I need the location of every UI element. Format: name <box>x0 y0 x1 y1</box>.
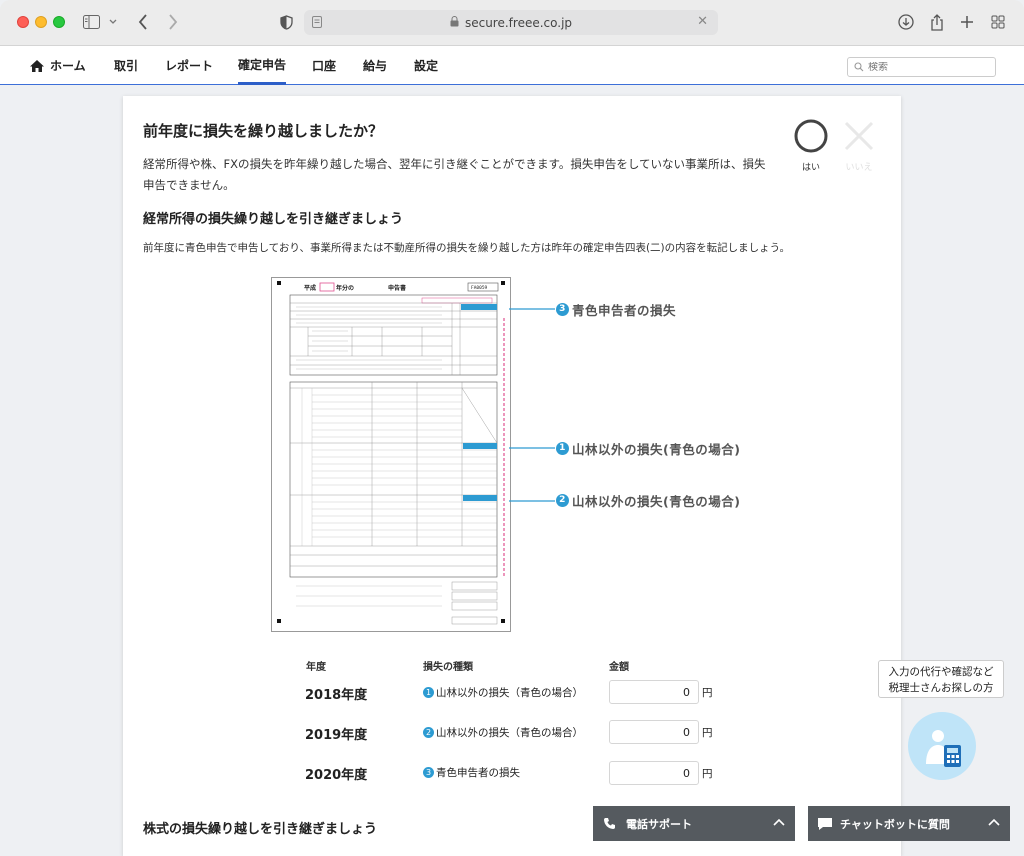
callout-non-forest-loss-2: 2 山林以外の損失(青色の場合) <box>556 492 741 509</box>
advisor-tooltip-line1: 入力の代行や確認など <box>888 666 994 678</box>
callout-non-forest-loss-1: 1 山林以外の損失(青色の場合) <box>556 440 741 457</box>
cross-no-icon <box>844 121 874 151</box>
search-icon <box>854 62 864 72</box>
browser-titlebar: secure.freee.co.jp ✕ <box>0 0 1024 46</box>
phone-icon <box>603 817 616 830</box>
chat-bubble-icon <box>817 817 833 831</box>
column-header-amount: 金額 <box>609 662 629 673</box>
chevron-down-icon[interactable] <box>108 13 118 31</box>
advisor-calculator-icon <box>926 730 961 767</box>
no-button[interactable]: いいえ <box>839 118 879 173</box>
row-loss-type-label: 青色申告者の損失 <box>436 767 520 779</box>
row-loss-type: 2 山林以外の損失（青色の場合） <box>423 725 583 740</box>
row-number-badge: 3 <box>423 767 434 778</box>
row-loss-type: 3 青色申告者の損失 <box>423 765 520 780</box>
nav-home[interactable]: ホーム <box>29 46 86 85</box>
row-number-badge: 1 <box>423 687 434 698</box>
url-text: secure.freee.co.jp <box>464 15 573 30</box>
nav-transactions[interactable]: 取引 <box>114 46 138 85</box>
form-header-mid: 年分の <box>336 284 354 292</box>
search-input[interactable] <box>868 61 978 73</box>
row-year: 2018年度 <box>305 688 368 703</box>
search-box[interactable] <box>847 57 996 77</box>
callout-label-2: 山林以外の損失(青色の場合) <box>572 493 741 509</box>
section-title-stock-loss: 株式の損失繰り越しを引き継ぎましょう <box>143 822 378 837</box>
main-nav: ホーム 取引 レポート 確定申告 口座 給与 設定 <box>0 46 1024 85</box>
row-loss-type-label: 山林以外の損失（青色の場合） <box>436 727 583 739</box>
section-description-ordinary-loss: 前年度に青色申告で申告しており、事業所得または不動産所得の損失を繰り越した方は昨… <box>143 242 791 254</box>
yes-button[interactable]: はい <box>791 118 831 173</box>
phone-support-label: 電話サポート <box>626 817 692 831</box>
row-number-badge: 2 <box>423 727 434 738</box>
no-label: いいえ <box>845 163 873 173</box>
download-icon[interactable] <box>897 13 915 31</box>
nav-payroll[interactable]: 給与 <box>363 46 387 85</box>
callout-blue-filing-loss: 3 青色申告者の損失 <box>556 301 677 318</box>
section-title-ordinary-loss: 経常所得の損失繰り越しを引き継ぎましょう <box>143 212 404 227</box>
row-loss-type-label: 山林以外の損失（青色の場合） <box>436 687 583 699</box>
form-header-suffix: 申告書 <box>388 284 406 292</box>
question-card: 前年度に損失を繰り越しましたか？ 経常所得や株、FXの損失を昨年繰り越した場合、… <box>123 96 901 856</box>
callout-number-3: 3 <box>556 302 569 316</box>
amount-input-2019[interactable] <box>609 720 699 744</box>
chatbot-bar[interactable]: チャットボットに質問 <box>808 806 1010 841</box>
callout-number-2: 2 <box>556 493 569 507</box>
currency-unit: 円 <box>702 768 713 780</box>
callout-leaders <box>509 308 555 502</box>
currency-unit: 円 <box>702 687 713 699</box>
tax-form-illustration: 平成 年分の 申告書 FA0059 <box>271 277 511 632</box>
lock-icon <box>450 15 459 30</box>
page-icon <box>312 16 322 31</box>
forward-icon[interactable] <box>166 13 180 31</box>
nav-settings[interactable]: 設定 <box>414 46 438 85</box>
row-year: 2019年度 <box>305 728 368 743</box>
phone-support-bar[interactable]: 電話サポート <box>593 806 795 841</box>
page-description: 経常所得や株、FXの損失を昨年繰り越した場合、翌年に引き継ぐことができます。損失… <box>143 157 766 192</box>
nav-home-label: ホーム <box>50 59 86 73</box>
tax-form-drawing: 平成 年分の 申告書 FA0059 <box>277 281 505 625</box>
currency-unit: 円 <box>702 727 713 739</box>
back-icon[interactable] <box>136 13 150 31</box>
page-title: 前年度に損失を繰り越しましたか？ <box>143 122 384 140</box>
callout-label-3: 青色申告者の損失 <box>572 302 677 318</box>
chevron-up-icon <box>988 818 1000 826</box>
nav-reports[interactable]: レポート <box>165 46 213 85</box>
yes-label: はい <box>801 163 820 173</box>
amount-input-2018[interactable] <box>609 680 699 704</box>
address-bar[interactable]: secure.freee.co.jp ✕ <box>304 10 718 35</box>
share-icon[interactable] <box>929 13 945 31</box>
nav-accounts[interactable]: 口座 <box>312 46 336 85</box>
minimize-window-button[interactable] <box>35 16 47 28</box>
column-header-loss-type: 損失の種類 <box>423 662 473 673</box>
amount-input-2020[interactable] <box>609 761 699 785</box>
sidebar-toggle-icon[interactable] <box>82 13 100 31</box>
new-tab-icon[interactable] <box>959 13 975 31</box>
chatbot-label: チャットボットに質問 <box>840 817 950 831</box>
tab-overview-icon[interactable] <box>990 13 1006 31</box>
row-loss-type: 1 山林以外の損失（青色の場合） <box>423 685 583 700</box>
privacy-shield-icon[interactable] <box>279 13 293 31</box>
callout-label-1: 山林以外の損失(青色の場合) <box>572 441 741 457</box>
clear-url-icon[interactable]: ✕ <box>697 14 708 29</box>
home-icon <box>29 59 45 73</box>
chevron-up-icon <box>773 818 785 826</box>
row-year: 2020年度 <box>305 768 368 783</box>
nav-tax-return[interactable]: 確定申告 <box>238 46 287 85</box>
circle-yes-icon <box>794 119 828 153</box>
callout-number-1: 1 <box>556 441 569 455</box>
advisor-tooltip: 入力の代行や確認など 税理士さんお探しの方 <box>878 660 1004 698</box>
form-code: FA0059 <box>471 285 488 291</box>
close-window-button[interactable] <box>17 16 29 28</box>
column-header-year: 年度 <box>306 662 326 673</box>
form-header-prefix: 平成 <box>304 284 316 292</box>
advisor-button[interactable] <box>908 712 976 780</box>
zoom-window-button[interactable] <box>53 16 65 28</box>
advisor-tooltip-line2: 税理士さんお探しの方 <box>888 682 994 694</box>
